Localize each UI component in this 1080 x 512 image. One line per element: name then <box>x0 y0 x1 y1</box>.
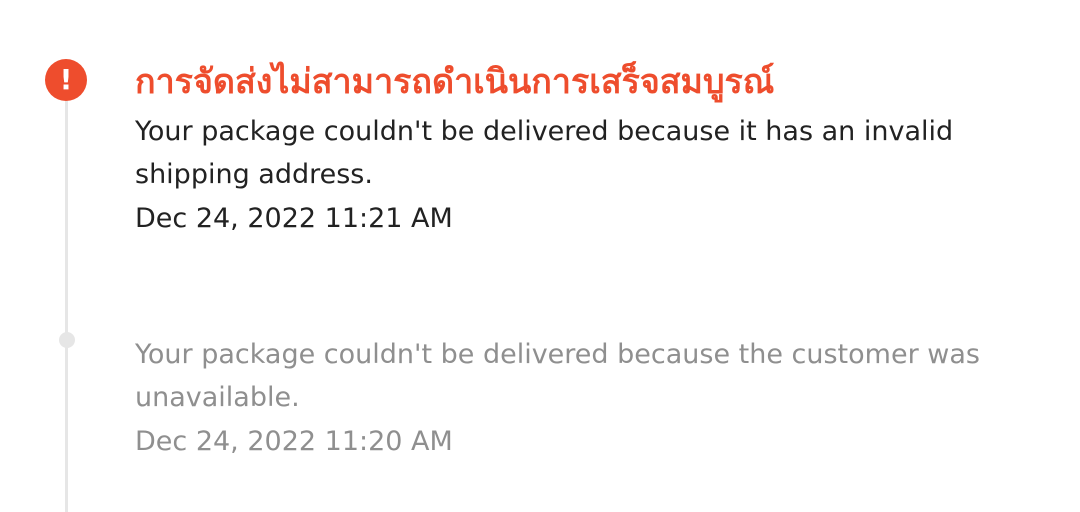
timeline-event-previous: Your package couldn't be delivered becau… <box>135 333 1035 463</box>
event-description: Your package couldn't be delivered becau… <box>135 116 954 190</box>
alert-icon: ! <box>45 59 87 101</box>
event-status-title: การจัดส่งไม่สามารถดำเนินการเสร็จสมบูรณ์ <box>135 62 775 102</box>
timeline-line <box>65 95 68 512</box>
event-description: Your package couldn't be delivered becau… <box>135 339 980 413</box>
event-timestamp: Dec 24, 2022 11:20 AM <box>135 426 453 457</box>
event-timestamp: Dec 24, 2022 11:21 AM <box>135 203 453 234</box>
timeline-dot-icon <box>59 332 75 348</box>
timeline-event-current: การจัดส่งไม่สามารถดำเนินการเสร็จสมบูรณ์ … <box>135 60 1035 240</box>
